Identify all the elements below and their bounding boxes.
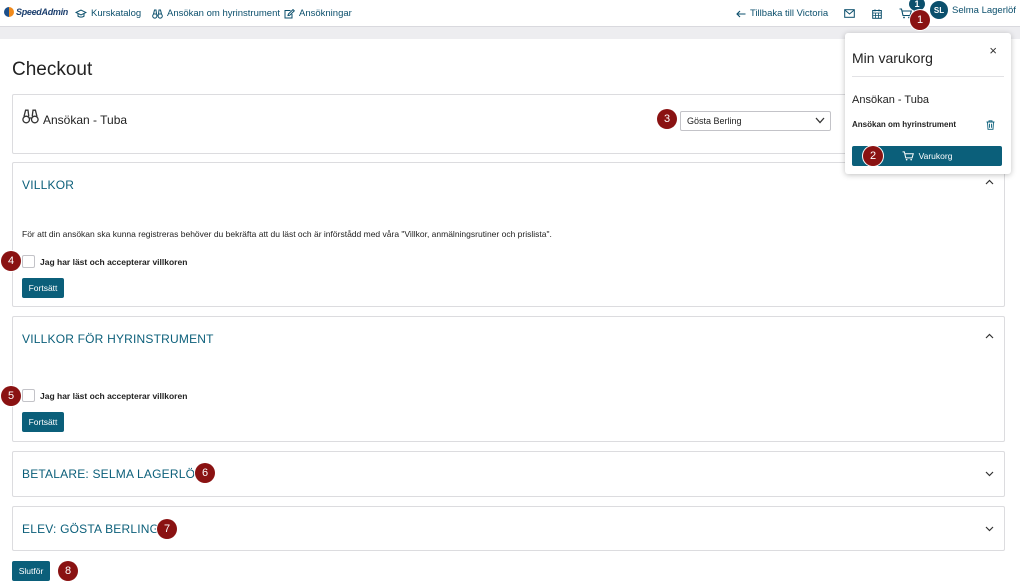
section-betalare: BETALARE: SELMA LAGERLÖF [12, 451, 1005, 497]
top-navbar: SpeedAdmin Kurskatalog Ansökan om hyrins… [0, 0, 1020, 27]
cart-divider [852, 76, 1004, 77]
section-villkor-hyrinstrument-header[interactable]: VILLKOR FÖR HYRINSTRUMENT [13, 317, 1004, 361]
messages-button[interactable] [844, 0, 855, 27]
logo-mark-icon [4, 7, 14, 17]
avatar[interactable]: SL [930, 1, 948, 19]
student-select-value: Gösta Berling [687, 116, 742, 126]
calendar-icon [872, 8, 882, 19]
terms-text: För att din ansökan ska kunna registrera… [22, 229, 552, 239]
go-to-cart-label: Varukorg [918, 151, 953, 161]
shopping-cart-icon [902, 151, 914, 161]
edit-document-icon [284, 8, 295, 18]
section-betalare-header[interactable]: BETALARE: SELMA LAGERLÖF [13, 452, 1004, 496]
nav-ansokan-hyrinstrument-label: Ansökan om hyrinstrument [167, 8, 280, 19]
cart-item-name: Ansökan - Tuba [852, 94, 930, 106]
logo-text: SpeedAdmin [16, 7, 69, 17]
section-betalare-title: BETALARE: SELMA LAGERLÖF [22, 467, 203, 481]
annotation-badge-7: 7 [157, 519, 177, 539]
section-villkor-hyrinstrument: VILLKOR FÖR HYRINSTRUMENT Jag har läst o… [12, 316, 1005, 442]
chevron-up-icon [985, 333, 994, 339]
nav-kurskatalog[interactable]: Kurskatalog [75, 0, 141, 27]
section-elev-title: ELEV: GÖSTA BERLING [22, 522, 160, 536]
cart-item-subtitle: Ansökan om hyrinstrument [852, 120, 957, 129]
annotation-badge-4: 4 [1, 251, 21, 271]
section-villkor-title: VILLKOR [22, 178, 75, 192]
annotation-badge-3: 3 [657, 109, 677, 129]
annotation-badge-1: 1 [910, 10, 930, 30]
annotation-badge-5: 5 [1, 386, 21, 406]
user-name[interactable]: Selma Lagerlöf [952, 0, 1016, 20]
cart-popup-title: Min varukorg [852, 50, 933, 66]
continue-button[interactable]: Fortsätt [22, 278, 64, 298]
nav-ansokningar-label: Ansökningar [299, 8, 352, 19]
continue-rental-button[interactable]: Fortsätt [22, 412, 64, 432]
nav-ansokan-hyrinstrument[interactable]: Ansökan om hyrinstrument [152, 0, 280, 27]
student-select[interactable]: Gösta Berling [680, 111, 831, 131]
section-villkor-hyrinstrument-title: VILLKOR FÖR HYRINSTRUMENT [22, 332, 214, 346]
annotation-badge-6: 6 [195, 463, 215, 483]
accept-rental-terms-row[interactable]: Jag har läst och accepterar villkoren [22, 389, 187, 402]
nav-ansokningar[interactable]: Ansökningar [284, 0, 352, 27]
nav-back-label: Tillbaka till Victoria [750, 8, 829, 19]
graduation-cap-icon [75, 8, 87, 18]
product-name: Ansökan - Tuba [43, 113, 128, 127]
annotation-badge-2: 2 [863, 146, 883, 166]
accept-terms-label: Jag har läst och accepterar villkoren [40, 256, 188, 267]
nav-back-link[interactable]: Tillbaka till Victoria [736, 0, 828, 27]
nav-kurskatalog-label: Kurskatalog [91, 8, 142, 19]
page-title: Checkout [12, 59, 93, 80]
accept-rental-terms-checkbox[interactable] [22, 389, 35, 402]
binoculars-icon [22, 109, 39, 124]
chevron-up-icon [985, 179, 994, 185]
chevron-down-icon [815, 117, 825, 124]
arrow-left-icon [736, 10, 746, 17]
annotation-badge-8: 8 [58, 561, 78, 581]
accept-terms-row[interactable]: Jag har läst och accepterar villkoren [22, 255, 187, 268]
accept-terms-checkbox[interactable] [22, 255, 35, 268]
finish-button[interactable]: Slutför [12, 561, 50, 581]
speedadmin-logo[interactable]: SpeedAdmin [4, 7, 68, 17]
chevron-down-icon [985, 471, 994, 477]
close-icon[interactable]: × [989, 43, 997, 58]
chevron-down-icon [985, 526, 994, 532]
envelope-icon [844, 9, 855, 18]
calendar-button[interactable] [872, 0, 882, 27]
trash-icon[interactable] [986, 120, 995, 130]
binoculars-icon [152, 9, 163, 19]
section-villkor: VILLKOR För att din ansökan ska kunna re… [12, 162, 1005, 307]
accept-rental-terms-label: Jag har läst och accepterar villkoren [40, 390, 188, 401]
